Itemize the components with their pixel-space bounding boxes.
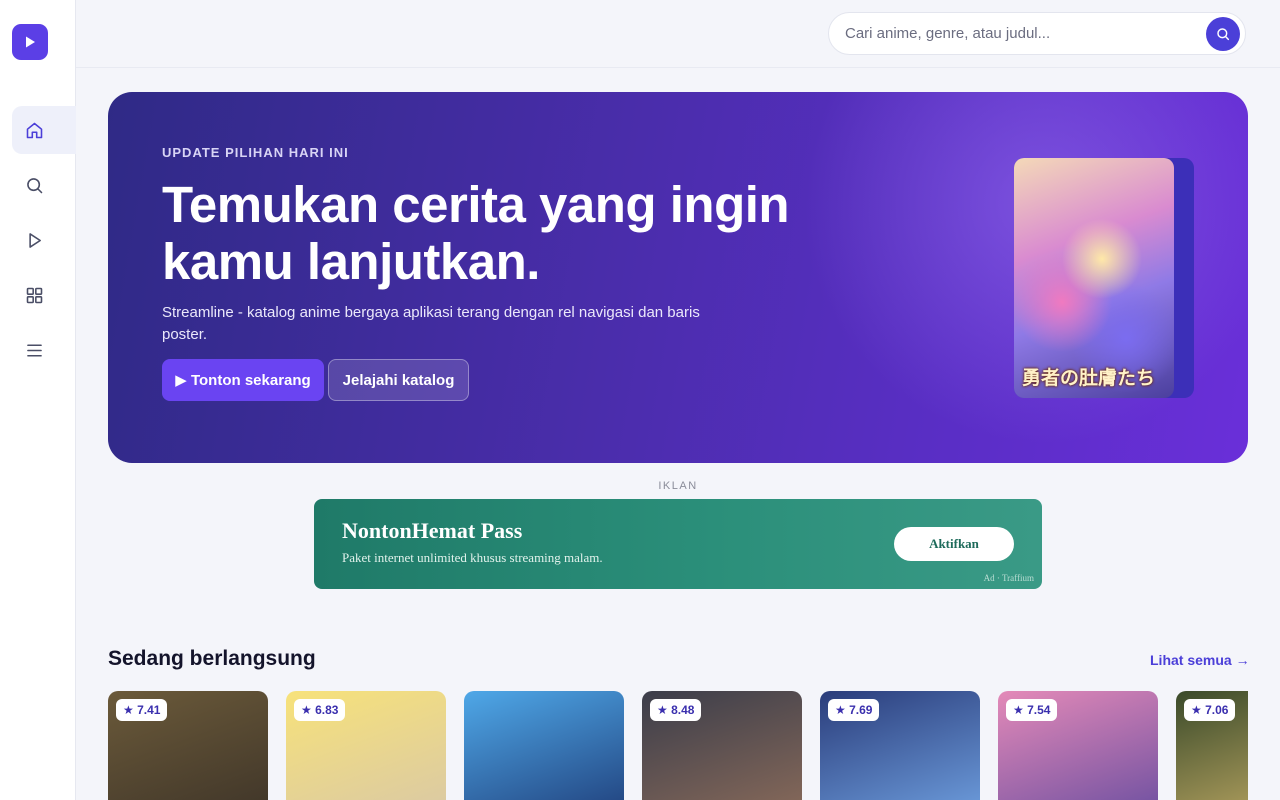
search-icon: [1217, 28, 1230, 41]
top-header: [76, 0, 1280, 68]
watch-now-button[interactable]: ▶ Tonton sekarang: [162, 359, 324, 401]
rating-badge: ★ 8.48: [650, 699, 702, 721]
browse-catalog-button[interactable]: Jelajahi katalog: [328, 359, 469, 401]
grid-icon: [26, 287, 43, 303]
rating-badge: ★ 7.69: [828, 699, 880, 721]
section-title: Sedang berlangsung: [108, 647, 316, 670]
see-all-link[interactable]: Lihat semua →: [1150, 652, 1250, 668]
poster-card[interactable]: [464, 691, 624, 800]
menu-icon: [27, 343, 42, 357]
sidebar-item-home[interactable]: [12, 106, 76, 154]
sidebar: [0, 0, 76, 800]
ad-activate-button[interactable]: Aktifkan: [894, 527, 1014, 561]
hero-title-line-2: kamu lanjutkan.: [162, 233, 540, 290]
sidebar-item-grid[interactable]: [12, 271, 76, 319]
ad-label: IKLAN: [658, 480, 698, 492]
ad-attribution: Ad · Traffium: [983, 573, 1034, 583]
hero-title: Temukan cerita yang ingin kamu lanjutkan…: [162, 176, 802, 290]
hero-title-line-1: Temukan cerita yang ingin: [162, 176, 790, 233]
poster-card[interactable]: ★ 7.06: [1176, 691, 1248, 800]
poster-card[interactable]: ★ 7.69: [820, 691, 980, 800]
rating-badge: ★ 7.54: [1006, 699, 1058, 721]
hero-poster[interactable]: 勇者の肚膚たち: [1014, 158, 1174, 398]
ad-banner[interactable]: NontonHemat Pass Paket internet unlimite…: [314, 499, 1042, 589]
play-icon: [26, 36, 35, 48]
hero-description: Streamline - katalog anime bergaya aplik…: [162, 304, 700, 343]
poster-card[interactable]: ★ 6.83: [286, 691, 446, 800]
poster-card[interactable]: ★ 7.54: [998, 691, 1158, 800]
search-icon: [27, 177, 43, 193]
search-bar: [828, 12, 1246, 55]
rating-badge: ★ 6.83: [294, 699, 346, 721]
search-input[interactable]: [845, 13, 1205, 54]
poster-card[interactable]: ★ 8.48: [642, 691, 802, 800]
ad-subtitle: Paket internet unlimited khusus streamin…: [342, 550, 603, 565]
sidebar-item-menu[interactable]: [12, 326, 76, 374]
poster-row: ★ 7.41 ★ 6.83 ★ 8.48 ★ 7.69 ★ 7.54 ★ 7.06: [108, 691, 1248, 800]
play-icon: [29, 232, 41, 248]
sidebar-item-search[interactable]: [12, 161, 76, 209]
hero-poster-title: 勇者の肚膚たち: [1022, 367, 1156, 389]
rating-badge: ★ 7.41: [116, 699, 168, 721]
rating-badge: ★ 7.06: [1184, 699, 1236, 721]
sidebar-item-play[interactable]: [12, 216, 76, 264]
ad-title: NontonHemat Pass: [342, 518, 523, 543]
home-icon: [26, 122, 43, 138]
poster-card[interactable]: ★ 7.41: [108, 691, 268, 800]
app-logo[interactable]: [12, 24, 48, 60]
hero-eyebrow: UPDATE PILIHAN HARI INI: [162, 145, 349, 160]
search-button[interactable]: [1206, 17, 1240, 51]
